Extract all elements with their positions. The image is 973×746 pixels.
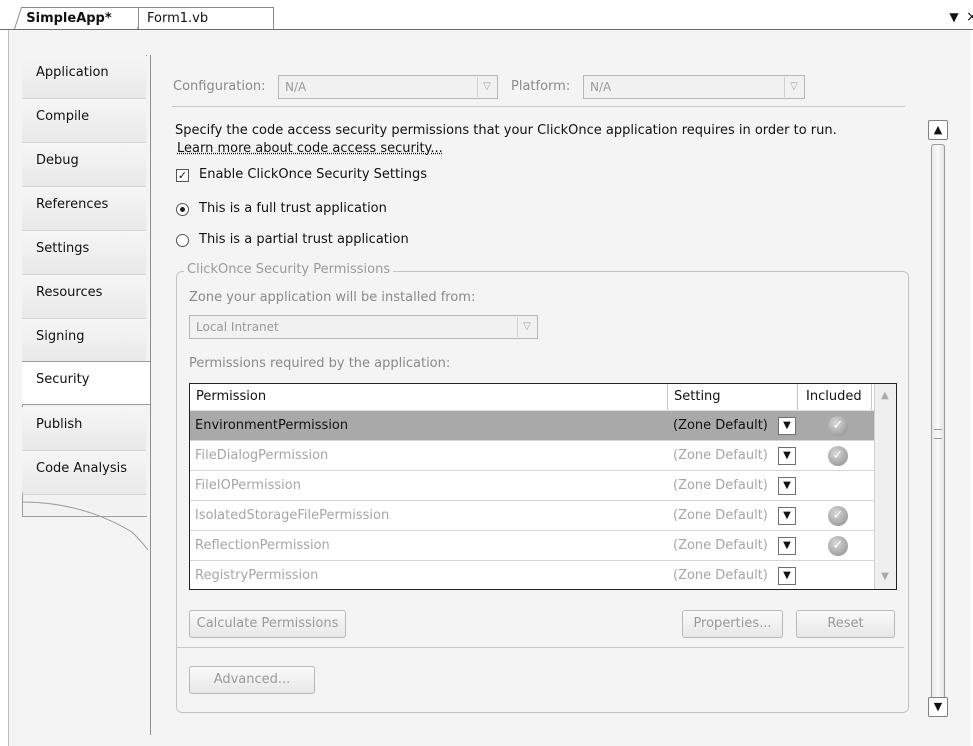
nav-item-label: Application <box>36 65 109 80</box>
setting-cell[interactable]: (Zone Default) <box>668 561 778 589</box>
scroll-up-icon[interactable]: ▲ <box>877 388 893 404</box>
permission-cell: RegistryPermission <box>195 568 319 583</box>
nav-item-security[interactable]: Security <box>22 361 150 405</box>
platform-value: N/A <box>590 80 612 94</box>
nav-item-compile[interactable]: Compile <box>22 99 146 143</box>
partial-trust-radio[interactable] <box>176 234 189 247</box>
permission-cell: FileDialogPermission <box>195 448 329 463</box>
nav-item-resources[interactable]: Resources <box>22 275 146 319</box>
table-row[interactable]: EnvironmentPermission (Zone Default) ▼ ✓ <box>190 411 874 441</box>
nav-item-label: Compile <box>36 109 90 124</box>
tab-simpleapp[interactable]: SimpleApp* <box>14 7 146 29</box>
grip-icon <box>934 429 942 439</box>
chevron-down-icon: ▽ <box>784 77 803 97</box>
chevron-down-icon[interactable]: ▼ <box>778 507 796 525</box>
page-scrollbar[interactable]: ▲ ▼ <box>928 120 948 725</box>
group-legend: ClickOnce Security Permissions <box>184 262 394 277</box>
tab-list-dropdown-icon[interactable]: ▼ <box>945 8 963 26</box>
reset-button[interactable]: Reset <box>796 610 895 638</box>
permissions-required-label: Permissions required by the application: <box>189 356 451 371</box>
nav-item-label: Debug <box>36 153 79 168</box>
chevron-down-icon: ▽ <box>477 77 496 97</box>
nav-item-settings[interactable]: Settings <box>22 231 146 275</box>
nav-item-label: Security <box>36 372 90 387</box>
security-description: Specify the code access security permiss… <box>175 123 837 138</box>
column-header-included[interactable]: Included <box>800 384 872 410</box>
enable-clickonce-checkbox[interactable]: ✓ <box>176 169 189 182</box>
nav-item-signing[interactable]: Signing <box>22 319 146 363</box>
chevron-down-icon[interactable]: ▼ <box>778 477 796 495</box>
grid-scrollbar[interactable]: ▲ ▼ <box>874 384 896 589</box>
permission-cell: ReflectionPermission <box>195 538 330 553</box>
scroll-thumb[interactable] <box>931 144 945 701</box>
table-row[interactable]: FileDialogPermission (Zone Default) ▼ ✓ <box>190 441 874 471</box>
chevron-down-icon: ▽ <box>517 317 536 337</box>
nav-item-label: Resources <box>36 285 103 300</box>
full-trust-radio[interactable] <box>176 203 189 216</box>
tab-form1-design[interactable]: Form1.vb [Design] <box>138 7 274 48</box>
included-check-icon: ✓ <box>828 446 848 466</box>
table-row[interactable]: IsolatedStorageFilePermission (Zone Defa… <box>190 501 874 531</box>
nav-item-label: References <box>36 197 109 212</box>
configuration-value: N/A <box>285 80 307 94</box>
advanced-button[interactable]: Advanced... <box>189 666 315 694</box>
close-tab-icon[interactable]: × <box>966 8 973 26</box>
platform-label: Platform: <box>511 79 571 94</box>
nav-item-references[interactable]: References <box>22 187 146 231</box>
nav-item-application[interactable]: Application <box>22 55 146 99</box>
nav-item-label: Code Analysis <box>36 461 127 476</box>
table-row[interactable]: FileIOPermission (Zone Default) ▼ <box>190 471 874 501</box>
chevron-down-icon[interactable]: ▼ <box>778 447 796 465</box>
learn-more-link[interactable]: Learn more about code access security... <box>177 141 443 156</box>
nav-item-publish[interactable]: Publish <box>22 407 146 451</box>
column-header-permission[interactable]: Permission <box>190 384 668 410</box>
included-check-icon: ✓ <box>828 536 848 556</box>
table-row[interactable]: RegistryPermission (Zone Default) ▼ <box>190 561 874 589</box>
check-icon: ✓ <box>177 169 188 182</box>
config-separator <box>172 106 905 107</box>
permission-cell: EnvironmentPermission <box>195 418 349 433</box>
scroll-up-icon[interactable]: ▲ <box>928 120 948 140</box>
permission-cell: IsolatedStorageFilePermission <box>195 508 390 523</box>
grid-header: Permission Setting Included <box>190 384 896 411</box>
advanced-separator <box>176 647 904 648</box>
configuration-select[interactable]: N/A ▽ <box>278 75 498 99</box>
nav-bottom-curve <box>22 492 148 551</box>
included-check-icon: ✓ <box>828 506 848 526</box>
permissions-grid[interactable]: Permission Setting Included EnvironmentP… <box>189 383 897 590</box>
properties-button[interactable]: Properties... <box>682 610 783 638</box>
nav-item-label: Settings <box>36 241 90 256</box>
zone-label: Zone your application will be installed … <box>189 290 476 305</box>
setting-cell[interactable]: (Zone Default) <box>668 531 778 561</box>
setting-cell[interactable]: (Zone Default) <box>668 471 778 501</box>
partial-trust-label: This is a partial trust application <box>199 232 409 247</box>
nav-item-code-analysis[interactable]: Code Analysis <box>22 451 146 495</box>
chevron-down-icon[interactable]: ▼ <box>778 537 796 555</box>
platform-select[interactable]: N/A ▽ <box>583 75 805 99</box>
table-row[interactable]: ReflectionPermission (Zone Default) ▼ ✓ <box>190 531 874 561</box>
scroll-down-icon[interactable]: ▼ <box>877 569 893 585</box>
setting-cell[interactable]: (Zone Default) <box>668 441 778 471</box>
configuration-label: Configuration: <box>173 79 266 94</box>
included-check-icon: ✓ <box>828 416 848 436</box>
setting-cell[interactable]: (Zone Default) <box>668 501 778 531</box>
nav-item-label: Signing <box>36 329 85 344</box>
chevron-down-icon[interactable]: ▼ <box>778 417 796 435</box>
setting-cell[interactable]: (Zone Default) <box>668 411 778 441</box>
nav-item-debug[interactable]: Debug <box>22 143 146 187</box>
calculate-permissions-button[interactable]: Calculate Permissions <box>189 610 346 638</box>
nav-item-label: Publish <box>36 417 83 432</box>
full-trust-label: This is a full trust application <box>199 201 387 216</box>
enable-clickonce-label: Enable ClickOnce Security Settings <box>199 167 427 182</box>
zone-select[interactable]: Local Intranet ▽ <box>189 315 538 339</box>
zone-value: Local Intranet <box>196 320 279 334</box>
column-header-setting[interactable]: Setting <box>668 384 798 410</box>
tab-simpleapp-label: SimpleApp* <box>26 11 112 26</box>
chevron-down-icon[interactable]: ▼ <box>778 567 796 585</box>
scroll-down-icon[interactable]: ▼ <box>928 697 948 717</box>
permission-cell: FileIOPermission <box>195 478 301 493</box>
